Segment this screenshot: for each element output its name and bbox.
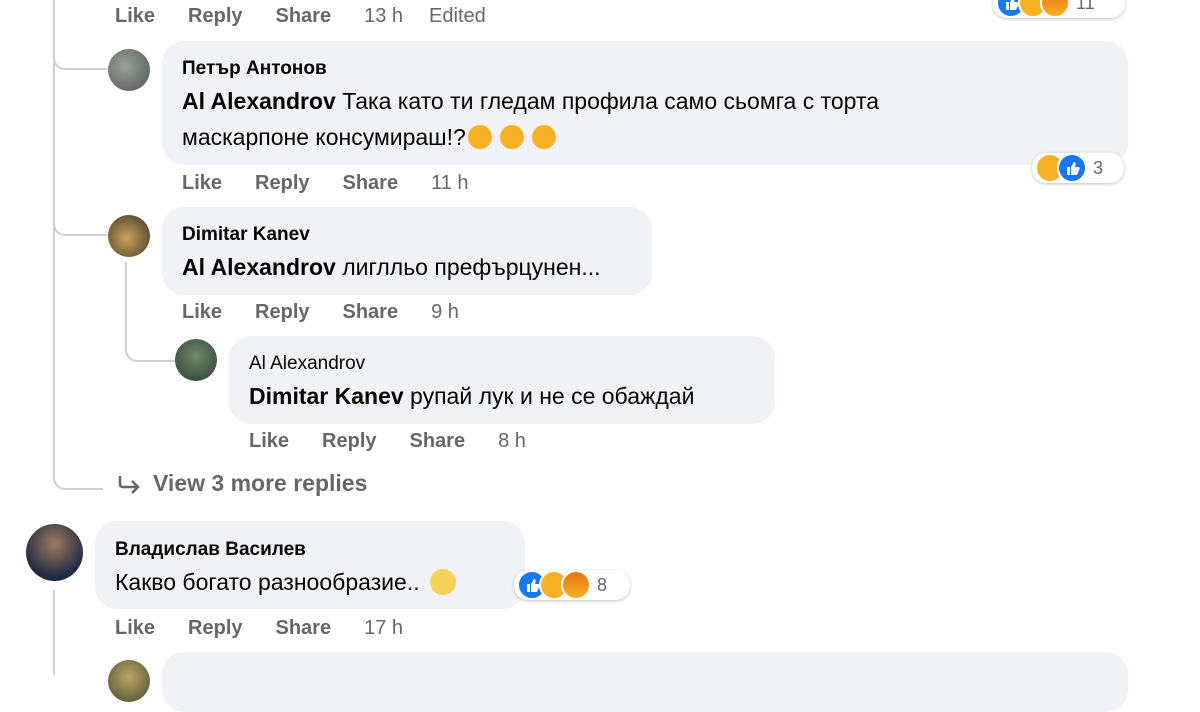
reactions-summary[interactable]: 8 xyxy=(514,570,630,600)
timestamp[interactable]: 9 h xyxy=(431,301,459,324)
thread-elbow-1 xyxy=(53,36,107,70)
avatar[interactable] xyxy=(108,215,150,257)
laughing-emoji-icon xyxy=(467,125,492,149)
laughing-emoji-icon xyxy=(499,125,524,149)
avatar[interactable] xyxy=(108,660,150,702)
comment-actions: Like Reply Share 8 h xyxy=(249,430,552,453)
comment-text: Dimitar Kanev рупай лук и не се обаждай xyxy=(249,379,694,414)
thread-elbow-3 xyxy=(125,320,175,362)
mention-link[interactable]: Al Alexandrov xyxy=(182,88,336,114)
timestamp[interactable]: 17 h xyxy=(364,617,403,640)
comment-text-line2-row: маскарпоне консумираш!? xyxy=(182,120,556,155)
share-button[interactable]: Share xyxy=(276,617,332,640)
avatar[interactable] xyxy=(26,524,83,581)
mention-link[interactable]: Al Alexandrov xyxy=(182,254,336,280)
reply-button[interactable]: Reply xyxy=(255,172,309,195)
reply-button[interactable]: Reply xyxy=(255,301,309,324)
avatar[interactable] xyxy=(108,49,150,91)
reactions-summary[interactable]: 3 xyxy=(1032,153,1124,183)
angry-icon xyxy=(1040,0,1070,18)
comment-bubble xyxy=(162,652,1128,712)
reply-button[interactable]: Reply xyxy=(188,617,242,640)
view-more-replies-label: View 3 more replies xyxy=(153,470,368,496)
comment-author[interactable]: Dimitar Kanev xyxy=(182,224,310,246)
angry-icon xyxy=(561,570,591,600)
reaction-count: 8 xyxy=(597,574,608,595)
comment-text-line1: Какво богато разнообразие.. xyxy=(115,569,420,595)
comment-actions: Like Reply Share 11 h xyxy=(182,172,495,195)
comment-text-line1: Така като ти гледам профила само сьомга … xyxy=(335,88,880,114)
edited-label: Edited xyxy=(429,5,486,27)
comment-text-line2: маскарпоне консумираш!? xyxy=(182,124,466,150)
comment-text: Какво богато разнообразие.. xyxy=(115,565,456,600)
comment-text: Al Alexandrov лиглльо префърцунен... xyxy=(182,250,601,285)
reactions-summary-top[interactable]: 11 xyxy=(993,0,1125,18)
timestamp[interactable]: 11 h xyxy=(431,172,468,195)
like-button[interactable]: Like xyxy=(182,301,222,324)
like-button[interactable]: Like xyxy=(115,617,155,640)
timestamp[interactable]: 13 h xyxy=(364,5,403,28)
comment-actions: Like Reply Share 17 h xyxy=(115,617,429,640)
thread-line-main xyxy=(53,0,55,470)
comment-author[interactable]: Владислав Василев xyxy=(115,539,306,561)
like-button[interactable]: Like xyxy=(249,430,289,453)
comment-text-line1: лиглльо префърцунен... xyxy=(335,254,601,280)
avatar[interactable] xyxy=(175,339,217,381)
share-button[interactable]: Share xyxy=(343,301,399,324)
reply-button[interactable]: Reply xyxy=(322,430,376,453)
share-button[interactable]: Share xyxy=(410,430,466,453)
thread-elbow-4 xyxy=(53,440,103,490)
comment-actions-top: Like Reply Share 13 h Edited xyxy=(115,5,512,28)
timestamp[interactable]: 8 h xyxy=(498,430,526,453)
share-button[interactable]: Share xyxy=(343,172,399,195)
comment-text-line1: рупай лук и не се обаждай xyxy=(403,383,695,409)
like-icon xyxy=(1057,153,1087,183)
like-button[interactable]: Like xyxy=(115,5,155,28)
reply-arrow-icon xyxy=(117,472,143,496)
thread-elbow-2 xyxy=(53,200,107,236)
reaction-count: 3 xyxy=(1093,157,1104,178)
eyeroll-icon xyxy=(429,569,456,595)
comment-author[interactable]: Al Alexandrov xyxy=(249,353,365,375)
comment-actions: Like Reply Share 9 h xyxy=(182,301,485,324)
thread-line-bottom xyxy=(53,590,55,675)
comment-text: Al Alexandrov Така като ти гледам профил… xyxy=(182,84,879,119)
mention-link[interactable]: Dimitar Kanev xyxy=(249,383,404,409)
like-button[interactable]: Like xyxy=(182,172,222,195)
comment-author[interactable]: Петър Антонов xyxy=(182,58,327,80)
view-more-replies-button[interactable]: View 3 more replies xyxy=(117,470,367,497)
reaction-count: 11 xyxy=(1076,0,1095,13)
reply-button[interactable]: Reply xyxy=(188,5,242,28)
laughing-emoji-icon xyxy=(531,125,556,149)
share-button[interactable]: Share xyxy=(276,5,332,28)
